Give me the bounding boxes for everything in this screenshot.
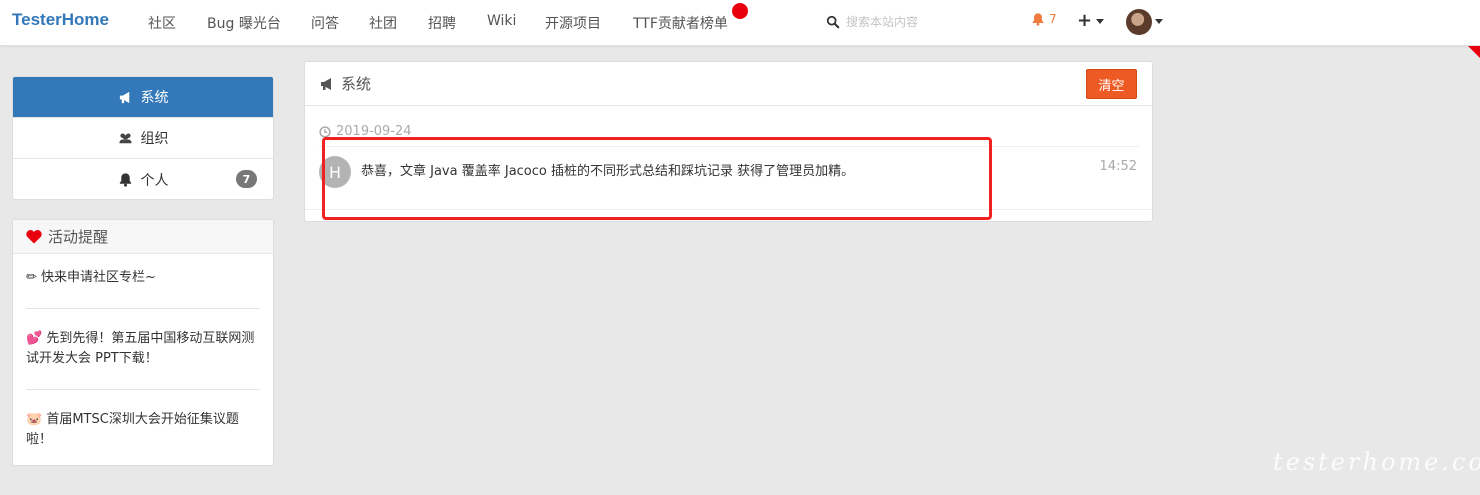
notifications-count: 7: [1049, 12, 1057, 26]
watermark: testerhome.com: [1273, 448, 1480, 476]
new-dot-badge: [732, 3, 748, 19]
nav-item-groups[interactable]: 社团: [369, 13, 397, 33]
top-navbar: TesterHome 社区 Bug 曝光台 问答 社团 招聘 Wiki 开源项目…: [0, 0, 1480, 46]
avatar[interactable]: H: [319, 156, 351, 188]
sidebar-item-label: 个人: [140, 172, 169, 189]
clock-icon: [319, 125, 331, 138]
nav-item-jobs[interactable]: 招聘: [428, 13, 456, 33]
clear-button[interactable]: 清空: [1086, 69, 1137, 99]
chevron-down-icon[interactable]: [1096, 19, 1104, 24]
divider: [26, 389, 260, 390]
activity-item[interactable]: ✏ 快来申请社区专栏~: [26, 268, 260, 288]
notification-category-menu: 系统 组织 个人 7: [12, 76, 274, 200]
activity-item-text[interactable]: 快来申请社区专栏~: [41, 270, 156, 285]
bullhorn-icon: [321, 77, 331, 90]
search-box[interactable]: 搜索本站内容: [826, 13, 918, 30]
plus-icon[interactable]: +: [1077, 10, 1092, 31]
bullhorn-icon: [119, 91, 129, 103]
panel-header: 系统 清空: [305, 62, 1152, 106]
bell-icon: [119, 173, 131, 187]
pig-icon: 🐷: [26, 412, 43, 427]
bell-icon: [1032, 13, 1044, 26]
heart-icon: [26, 230, 42, 244]
brand-logo[interactable]: TesterHome: [12, 10, 109, 30]
activity-item-text[interactable]: 首届MTSC深圳大会开始征集议题啦！: [26, 412, 239, 447]
activity-item[interactable]: 🐷 首届MTSC深圳大会开始征集议题啦！: [26, 410, 260, 450]
nav-item-community[interactable]: 社区: [148, 13, 176, 33]
corner-ribbon: [1468, 46, 1480, 58]
nav-item-bug[interactable]: Bug 曝光台: [207, 13, 281, 33]
users-icon: [118, 132, 132, 143]
chevron-down-icon[interactable]: [1155, 19, 1163, 24]
activity-item-text[interactable]: 先到先得！第五届中国移动互联网测试开发大会 PPT下载！: [26, 331, 254, 366]
activity-header: 活动提醒: [13, 220, 273, 254]
sidebar-item-personal[interactable]: 个人 7: [13, 159, 273, 199]
activity-item[interactable]: 💕 先到先得！第五届中国移动互联网测试开发大会 PPT下载！: [26, 329, 260, 369]
activity-reminder-panel: 活动提醒 ✏ 快来申请社区专栏~ 💕 先到先得！第五届中国移动互联网测试开发大会…: [12, 219, 274, 466]
date-group-header: 2019-09-24: [319, 124, 412, 139]
nav-item-wiki[interactable]: Wiki: [487, 13, 516, 29]
nav-item-opensource[interactable]: 开源项目: [545, 13, 601, 33]
sidebar-item-label: 系统: [140, 90, 169, 106]
sidebar-item-label: 组织: [140, 131, 169, 147]
divider: [26, 308, 260, 309]
notification-text[interactable]: 恭喜，文章 Java 覆盖率 Jacoco 插桩的不同形式总结和踩坑记录 获得了…: [361, 160, 854, 179]
count-badge: 7: [236, 170, 257, 188]
panel-title: 系统: [341, 75, 372, 93]
search-icon: [826, 15, 840, 28]
sidebar-item-system[interactable]: 系统: [13, 77, 273, 118]
search-input[interactable]: 搜索本站内容: [846, 13, 918, 30]
avatar[interactable]: [1126, 9, 1152, 35]
notifications-panel: 系统 清空 2019-09-24 H 恭喜，文章 Java 覆盖率 Jacoco…: [304, 61, 1153, 222]
notification-time: 14:52: [1099, 159, 1137, 174]
divider: [319, 146, 1139, 147]
hearts-icon: 💕: [26, 331, 43, 346]
activity-title: 活动提醒: [48, 228, 109, 246]
nav-item-qa[interactable]: 问答: [311, 13, 339, 33]
divider: [305, 209, 1152, 210]
notifications-button[interactable]: 7: [1031, 12, 1057, 26]
date-label: 2019-09-24: [336, 124, 412, 139]
nav-item-ttf[interactable]: TTF贡献者榜单: [633, 13, 728, 33]
notification-item[interactable]: H 恭喜，文章 Java 覆盖率 Jacoco 插桩的不同形式总结和踩坑记录 获…: [319, 156, 1139, 210]
pencil-icon: ✏: [26, 270, 37, 285]
sidebar-item-organization[interactable]: 组织: [13, 118, 273, 159]
